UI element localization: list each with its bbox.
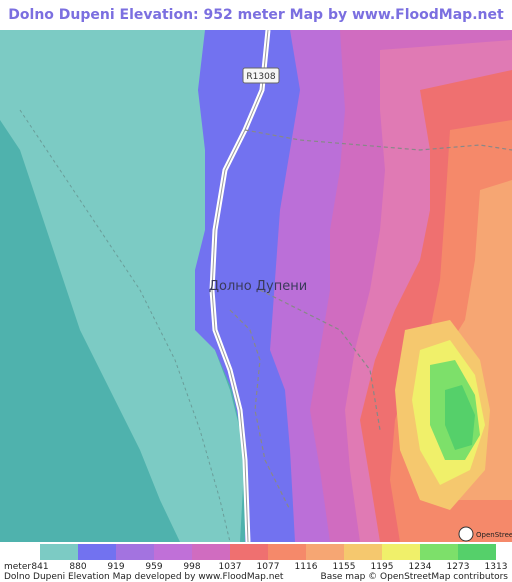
legend-value: 880 bbox=[69, 562, 87, 572]
road-label: R1308 bbox=[246, 72, 275, 82]
legend-swatch bbox=[420, 544, 458, 560]
legend-value: 919 bbox=[107, 562, 125, 572]
legend-swatch bbox=[154, 544, 192, 560]
legend-value: 1273 bbox=[446, 562, 470, 572]
osm-logo-text: OpenStreetMap bbox=[476, 531, 512, 539]
legend-value: 841 bbox=[31, 562, 49, 572]
legend-value: 959 bbox=[145, 562, 163, 572]
legend-swatch bbox=[382, 544, 420, 560]
osm-logo-icon bbox=[458, 526, 474, 542]
legend-swatch bbox=[192, 544, 230, 560]
legend-swatch bbox=[40, 544, 78, 560]
legend-unit: meter bbox=[4, 562, 32, 572]
legend-swatch bbox=[268, 544, 306, 560]
elevation-legend: meter 841 880 919 959 998 1037 1077 1116 1155 119… bbox=[0, 542, 512, 582]
legend-swatch bbox=[116, 544, 154, 560]
legend-value: 1077 bbox=[256, 562, 280, 572]
legend-swatch bbox=[306, 544, 344, 560]
legend-swatches bbox=[40, 544, 496, 560]
legend-swatch bbox=[78, 544, 116, 560]
map-title: Dolno Dupeni Elevation: 952 meter Map by… bbox=[8, 7, 504, 53]
legend-swatch bbox=[230, 544, 268, 560]
legend-value: 998 bbox=[183, 562, 201, 572]
legend-value: 1155 bbox=[332, 562, 356, 572]
elevation-map[interactable]: R1308 Долно Дупени OpenStreetMap bbox=[0, 30, 512, 542]
footer-credit-left: Dolno Dupeni Elevation Map developed by … bbox=[4, 572, 284, 582]
legend-value: 1116 bbox=[294, 562, 318, 572]
legend-value: 1195 bbox=[370, 562, 394, 572]
legend-value: 1313 bbox=[484, 562, 508, 572]
legend-swatch bbox=[458, 544, 496, 560]
legend-swatch bbox=[344, 544, 382, 560]
map-canvas: R1308 Долно Дупени OpenStreetMap bbox=[0, 30, 512, 542]
legend-value: 1234 bbox=[408, 562, 432, 572]
footer-credit-right: Base map © OpenStreetMap contributors bbox=[320, 572, 508, 582]
legend-value: 1037 bbox=[218, 562, 242, 572]
place-label: Долно Дупени bbox=[209, 279, 307, 294]
